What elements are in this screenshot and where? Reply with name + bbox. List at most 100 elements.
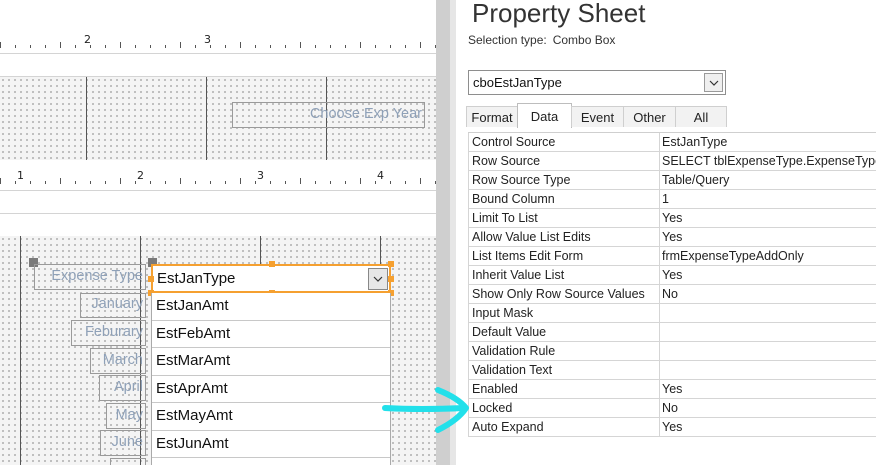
property-row[interactable]: List Items Edit Form frmExpenseTypeAddOnl… <box>468 247 876 266</box>
ruler-tick <box>150 181 151 184</box>
property-value[interactable]: frmExpenseTypeAddOnly <box>660 247 876 265</box>
property-name: Show Only Row Source Values <box>468 285 660 303</box>
choose-exp-year-label[interactable]: Choose Exp Year <box>232 102 425 128</box>
february-label[interactable]: Feburary <box>71 320 146 346</box>
expense-type-label[interactable]: Expense Type <box>34 264 146 290</box>
property-grid: Control Source EstJanType Row Source SELECT… <box>468 132 876 437</box>
combo-box-est-jan-type[interactable]: EstJanType <box>151 264 391 293</box>
property-value[interactable] <box>660 323 876 341</box>
property-row[interactable]: Enabled Yes <box>468 380 876 399</box>
object-selector-dropdown-button[interactable] <box>704 73 723 92</box>
ruler-tick <box>15 181 16 184</box>
ruler-number: 3 <box>204 33 211 46</box>
property-row[interactable]: Allow Value List Edits Yes <box>468 228 876 247</box>
june-label[interactable]: June <box>100 430 146 456</box>
tab-other[interactable]: Other <box>623 106 676 127</box>
ruler-tick <box>315 181 316 184</box>
section-bar-header[interactable] <box>0 53 436 77</box>
ruler-tick <box>300 178 301 184</box>
property-row[interactable]: Default Value <box>468 323 876 342</box>
property-name: Allow Value List Edits <box>468 228 660 246</box>
resize-handle-right[interactable] <box>388 276 394 282</box>
dropdown-item[interactable]: EstAprAmt <box>152 376 390 403</box>
dropdown-item[interactable]: EstJanAmt <box>152 293 390 321</box>
property-value[interactable]: No <box>660 399 876 417</box>
property-row[interactable]: Row Source Type Table/Query <box>468 171 876 190</box>
selection-type-value: Combo Box <box>552 33 616 47</box>
property-value[interactable]: No <box>660 285 876 303</box>
annotation-arrow-icon <box>382 387 469 433</box>
property-row[interactable]: Inherit Value List Yes <box>468 266 876 285</box>
dropdown-item[interactable]: EstJunAmt <box>152 431 390 458</box>
selection-type: Selection type: Combo Box <box>468 33 615 47</box>
march-label[interactable]: March <box>90 348 146 374</box>
property-value[interactable] <box>660 342 876 360</box>
property-value[interactable]: Yes <box>660 228 876 246</box>
ruler-tick <box>105 181 106 184</box>
section-bar-detail[interactable] <box>0 190 436 214</box>
ruler-tick <box>225 181 226 184</box>
tab-data[interactable]: Data <box>517 103 572 128</box>
dropdown-item[interactable]: EstMarAmt <box>152 348 390 376</box>
property-row[interactable]: Validation Text <box>468 361 876 380</box>
tab-event[interactable]: Event <box>571 106 624 127</box>
ruler-tick <box>45 181 46 184</box>
property-name: Bound Column <box>468 190 660 208</box>
property-name: Row Source <box>468 152 660 170</box>
combo-dropdown-list[interactable]: EstJanAmt EstFebAmt EstMarAmt EstAprAmt … <box>151 293 391 465</box>
property-row[interactable]: Show Only Row Source Values No <box>468 285 876 304</box>
ruler-detail: 1 2 3 4 <box>0 168 436 188</box>
may-label[interactable]: May <box>106 403 146 429</box>
property-row[interactable]: Limit To List Yes <box>468 209 876 228</box>
selection-type-label: Selection type: <box>468 33 547 47</box>
dropdown-item[interactable]: EstFebAmt <box>152 321 390 348</box>
property-row[interactable]: Locked No <box>468 399 876 418</box>
property-value[interactable] <box>660 361 876 379</box>
january-label[interactable]: January <box>80 293 146 318</box>
property-value[interactable]: SELECT tblExpenseType.ExpenseType <box>660 152 876 170</box>
form-designer[interactable]: 2 3 Choose Exp Year 1234 Expense Type Jan… <box>0 0 436 465</box>
property-row[interactable]: Bound Column 1 <box>468 190 876 209</box>
property-value[interactable] <box>660 304 876 322</box>
ruler-number: 2 <box>137 169 144 182</box>
ruler-tick <box>210 181 211 184</box>
property-value[interactable]: EstJanType <box>660 133 876 151</box>
ruler-tick <box>255 181 256 184</box>
ruler-tick <box>90 181 91 184</box>
property-row[interactable]: Control Source EstJanType <box>468 133 876 152</box>
property-name: Auto Expand <box>468 418 660 436</box>
ruler-tick <box>360 178 361 184</box>
property-value[interactable]: Table/Query <box>660 171 876 189</box>
property-value[interactable]: 1 <box>660 190 876 208</box>
ruler-tick <box>330 45 331 48</box>
tab-all[interactable]: All <box>675 106 727 127</box>
ruler-tick <box>30 45 31 48</box>
resize-handle-top[interactable] <box>269 261 275 267</box>
combo-dropdown-button[interactable] <box>368 268 388 290</box>
property-name: Default Value <box>468 323 660 341</box>
ruler-tick <box>270 45 271 48</box>
property-value[interactable]: Yes <box>660 266 876 284</box>
ruler-number: 2 <box>84 33 91 46</box>
property-value[interactable]: Yes <box>660 380 876 398</box>
property-row[interactable]: Auto Expand Yes <box>468 418 876 437</box>
property-sheet-title: Property Sheet <box>472 0 646 28</box>
property-row[interactable]: Row Source SELECT tblExpenseType.ExpenseT… <box>468 152 876 171</box>
ruler-tick <box>60 178 61 184</box>
ruler-tick <box>390 181 391 184</box>
property-value[interactable]: Yes <box>660 209 876 227</box>
tab-format[interactable]: Format <box>466 106 518 127</box>
resize-handle-left[interactable] <box>148 276 154 282</box>
april-text: April <box>113 379 143 395</box>
july-label-partial[interactable] <box>110 458 146 465</box>
property-value[interactable]: Yes <box>660 418 876 436</box>
object-selector[interactable]: cboEstJanType <box>468 70 726 95</box>
dropdown-item[interactable]: EstMayAmt <box>152 403 390 431</box>
ruler-tick <box>315 45 316 48</box>
property-row[interactable]: Input Mask <box>468 304 876 323</box>
resize-handle-top-right[interactable] <box>388 261 394 267</box>
property-row[interactable]: Validation Rule <box>468 342 876 361</box>
april-label[interactable]: April <box>99 375 146 401</box>
property-name: Control Source <box>468 133 660 151</box>
ruler-tick <box>375 45 376 48</box>
